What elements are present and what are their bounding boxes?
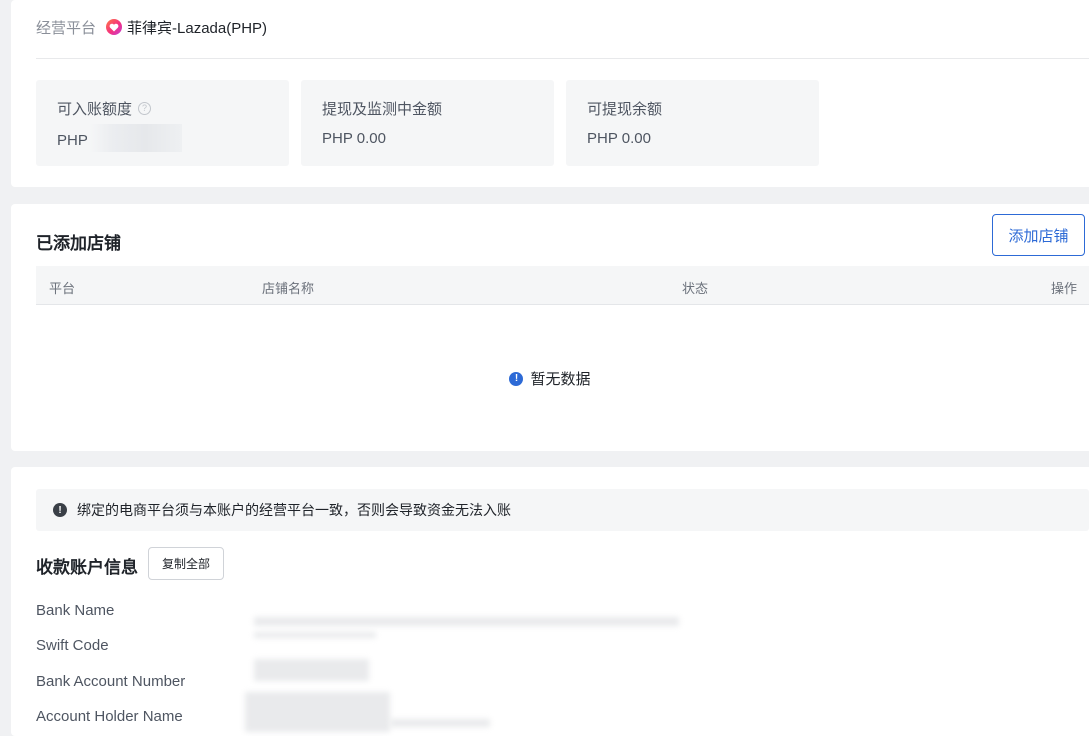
balance-label: 可入账额度 [57, 101, 133, 118]
empty-text: 暂无数据 [530, 371, 591, 388]
platform-row: 经营平台 菲律宾-Lazada(PHP) [36, 17, 267, 37]
section-title: 已添加店铺 [36, 234, 121, 253]
divider [36, 58, 1089, 59]
field-label-bank-name: Bank Name [36, 602, 115, 619]
column-header-status: 状态 [682, 281, 709, 296]
section-title: 收款账户信息 [36, 558, 138, 577]
help-icon[interactable]: ? [138, 102, 152, 115]
column-header-platform: 平台 [49, 281, 76, 296]
redacted-account-number [254, 659, 369, 681]
balance-box-withdrawable: 可提现余额 PHP 0.00 [566, 80, 819, 166]
balance-label: 提现及监测中金额 [322, 101, 443, 118]
balance-value: PHP [57, 131, 88, 149]
redacted-holder-name-tail [390, 719, 490, 727]
add-store-button[interactable]: 添加店铺 [992, 214, 1085, 256]
masked-amount [89, 124, 182, 152]
balance-value: PHP 0.00 [587, 130, 651, 147]
lazada-heart-icon [106, 19, 123, 35]
field-label-account-number: Bank Account Number [36, 673, 186, 690]
balance-box-available-credit: 可入账额度 ? PHP [36, 80, 289, 166]
redacted-holder-name [245, 692, 390, 732]
warning-icon: ! [53, 503, 67, 517]
stores-table-header: 平台 店铺名称 状态 操作 [36, 266, 1089, 305]
balance-value: PHP 0.00 [322, 130, 386, 147]
stores-card: 已添加店铺 添加店铺 平台 店铺名称 状态 操作 ! 暂无数据 [11, 204, 1089, 451]
balance-label: 可提现余额 [587, 101, 663, 118]
field-label-swift-code: Swift Code [36, 637, 109, 654]
receiving-account-card: ! 绑定的电商平台须与本账户的经营平台一致，否则会导致资金无法入账 收款账户信息… [11, 467, 1089, 736]
column-header-store-name: 店铺名称 [262, 281, 315, 296]
redacted-swift-code [254, 632, 376, 638]
redacted-bank-name [254, 617, 679, 626]
balance-box-withdrawing: 提现及监测中金额 PHP 0.00 [301, 80, 554, 166]
platform-label: 经营平台 [36, 19, 97, 37]
notice-banner: ! 绑定的电商平台须与本账户的经营平台一致，否则会导致资金无法入账 [36, 489, 1089, 531]
notice-text: 绑定的电商平台须与本账户的经营平台一致，否则会导致资金无法入账 [77, 502, 511, 518]
empty-state: ! 暂无数据 [11, 368, 1089, 389]
platform-balance-card: 经营平台 菲律宾-Lazada(PHP) 可入账额度 ? PHP 提现及监测中金… [11, 0, 1089, 187]
platform-value: 菲律宾-Lazada(PHP) [127, 19, 268, 37]
field-label-holder-name: Account Holder Name [36, 708, 183, 725]
column-header-actions: 操作 [1050, 281, 1077, 296]
copy-all-button[interactable]: 复制全部 [148, 547, 224, 580]
info-icon: ! [509, 371, 524, 386]
